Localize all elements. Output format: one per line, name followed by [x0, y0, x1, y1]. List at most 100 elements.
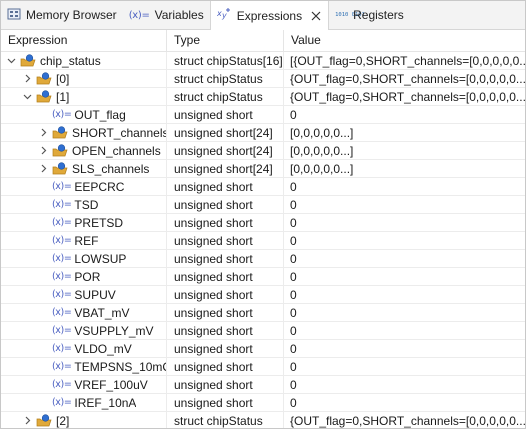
column-header-value[interactable]: Value: [284, 30, 525, 51]
tree-toggle-placeholder: [37, 106, 49, 123]
type-cell: unsigned short: [167, 214, 284, 232]
tree-row[interactable]: OPEN_channels unsigned short[24] [0,0,0,0,…: [1, 142, 525, 160]
expression-cell: SLS_channels: [1, 160, 167, 178]
expression-cell: [0]: [1, 70, 167, 88]
variable-icon: (x)=: [52, 324, 72, 336]
value-cell[interactable]: 0: [284, 106, 525, 124]
variable-icon: (x)=: [52, 180, 72, 192]
column-header-type[interactable]: Type: [167, 30, 284, 51]
value-cell[interactable]: 0: [284, 340, 525, 358]
tree-row[interactable]: [0] struct chipStatus {OUT_flag=0,SHORT_ch…: [1, 70, 525, 88]
tree-row[interactable]: (x)= OUT_flag unsigned short 0: [1, 106, 525, 124]
type-cell: struct chipStatus: [167, 412, 284, 428]
tab-registers[interactable]: 1010 0101 Registers: [329, 1, 410, 29]
value-cell[interactable]: 0: [284, 286, 525, 304]
tree-row[interactable]: [2] struct chipStatus {OUT_flag=0,SHORT_ch…: [1, 412, 525, 428]
type-cell: unsigned short: [167, 268, 284, 286]
expression-cell: (x)= IREF_10nA: [1, 394, 167, 412]
expression-cell: (x)= TEMPSNS_10mC: [1, 358, 167, 376]
expression-name: SUPUV: [74, 287, 116, 302]
chevron-right-icon[interactable]: [21, 70, 33, 87]
type-cell: unsigned short: [167, 340, 284, 358]
value-cell[interactable]: {OUT_flag=0,SHORT_channels=[0,0,0,0,0...…: [284, 88, 525, 106]
expression-name: TSD: [74, 197, 99, 212]
tree-toggle-placeholder: [37, 178, 49, 195]
tree-toggle-placeholder: [37, 340, 49, 357]
chevron-down-icon[interactable]: [5, 52, 17, 69]
registers-icon: 1010 0101: [335, 12, 365, 18]
tree-row[interactable]: (x)= PRETSD unsigned short 0: [1, 214, 525, 232]
tree-row[interactable]: (x)= IREF_10nA unsigned short 0: [1, 394, 525, 412]
value-cell[interactable]: 0: [284, 178, 525, 196]
expression-cell: (x)= PRETSD: [1, 214, 167, 232]
variables-icon: (x)=: [128, 9, 150, 21]
tree-row[interactable]: (x)= POR unsigned short 0: [1, 268, 525, 286]
value-cell[interactable]: 0: [284, 232, 525, 250]
value-cell[interactable]: 0: [284, 196, 525, 214]
expression-cell: (x)= SUPUV: [1, 286, 167, 304]
chevron-right-icon[interactable]: [21, 412, 33, 428]
tree-row[interactable]: SLS_channels unsigned short[24] [0,0,0,0,0…: [1, 160, 525, 178]
tree-toggle-placeholder: [37, 358, 49, 375]
value-cell[interactable]: 0: [284, 250, 525, 268]
tree-row[interactable]: (x)= TEMPSNS_10mC unsigned short 0: [1, 358, 525, 376]
close-icon[interactable]: [310, 10, 322, 22]
type-cell: unsigned short[24]: [167, 124, 284, 142]
value-cell[interactable]: 0: [284, 358, 525, 376]
expression-name: SHORT_channels: [72, 125, 166, 140]
tree-row[interactable]: (x)= TSD unsigned short 0: [1, 196, 525, 214]
struct-icon: [36, 71, 52, 86]
value-cell[interactable]: 0: [284, 394, 525, 412]
value-cell[interactable]: 0: [284, 322, 525, 340]
tree-toggle-placeholder: [37, 196, 49, 213]
expression-name: VREF_100uV: [74, 377, 148, 392]
type-cell: unsigned short: [167, 196, 284, 214]
tree-row[interactable]: (x)= VREF_100uV unsigned short 0: [1, 376, 525, 394]
tree-row[interactable]: (x)= REF unsigned short 0: [1, 232, 525, 250]
tab-expressions[interactable]: x y Expressions: [209, 1, 330, 30]
expression-cell: (x)= EEPCRC: [1, 178, 167, 196]
tree-row[interactable]: (x)= VLDO_mV unsigned short 0: [1, 340, 525, 358]
tree-row[interactable]: (x)= VSUPPLY_mV unsigned short 0: [1, 322, 525, 340]
value-cell[interactable]: [0,0,0,0,0...]: [284, 124, 525, 142]
value-cell[interactable]: 0: [284, 376, 525, 394]
column-header-expression[interactable]: Expression: [1, 30, 167, 51]
variable-icon: (x)=: [52, 234, 72, 246]
tab-variables-label: Variables: [154, 8, 204, 22]
type-cell: unsigned short: [167, 250, 284, 268]
tree-row[interactable]: chip_status struct chipStatus[16] [{OUT_fl…: [1, 52, 525, 70]
tree-row[interactable]: (x)= VBAT_mV unsigned short 0: [1, 304, 525, 322]
value-cell[interactable]: 0: [284, 268, 525, 286]
tree-row[interactable]: SHORT_channels unsigned short[24] [0,0,0,0…: [1, 124, 525, 142]
expression-name: SLS_channels: [72, 161, 150, 176]
variable-icon: (x)=: [52, 252, 72, 264]
expression-name: OPEN_channels: [72, 143, 161, 158]
value-cell[interactable]: [0,0,0,0,0...]: [284, 142, 525, 160]
tab-memory-browser[interactable]: Memory Browser: [1, 1, 123, 29]
value-cell[interactable]: 0: [284, 304, 525, 322]
tree-toggle-placeholder: [37, 304, 49, 321]
value-cell[interactable]: 0: [284, 214, 525, 232]
variable-icon: (x)=: [52, 288, 72, 300]
chevron-right-icon[interactable]: [37, 124, 49, 141]
type-cell: struct chipStatus: [167, 88, 284, 106]
tree-row[interactable]: (x)= EEPCRC unsigned short 0: [1, 178, 525, 196]
type-cell: unsigned short[24]: [167, 142, 284, 160]
expressions-icon: x y: [216, 7, 232, 24]
value-cell[interactable]: [{OUT_flag=0,SHORT_channels=[0,0,0,0,0..…: [284, 52, 525, 70]
value-cell[interactable]: {OUT_flag=0,SHORT_channels=[0,0,0,0,0...…: [284, 70, 525, 88]
chevron-right-icon[interactable]: [37, 160, 49, 177]
tree-toggle-placeholder: [37, 250, 49, 267]
value-cell[interactable]: [0,0,0,0,0...]: [284, 160, 525, 178]
chevron-right-icon[interactable]: [37, 142, 49, 159]
expression-cell: (x)= VSUPPLY_mV: [1, 322, 167, 340]
expression-name: [1]: [56, 89, 70, 104]
tab-variables[interactable]: (x)= Variables: [123, 1, 210, 29]
tree-row[interactable]: (x)= SUPUV unsigned short 0: [1, 286, 525, 304]
tree-row[interactable]: (x)= LOWSUP unsigned short 0: [1, 250, 525, 268]
tree-row[interactable]: [1] struct chipStatus {OUT_flag=0,SHORT_ch…: [1, 88, 525, 106]
chevron-down-icon[interactable]: [21, 88, 33, 105]
expression-cell: SHORT_channels: [1, 124, 167, 142]
type-cell: unsigned short: [167, 376, 284, 394]
value-cell[interactable]: {OUT_flag=0,SHORT_channels=[0,0,0,0,0...…: [284, 412, 525, 428]
